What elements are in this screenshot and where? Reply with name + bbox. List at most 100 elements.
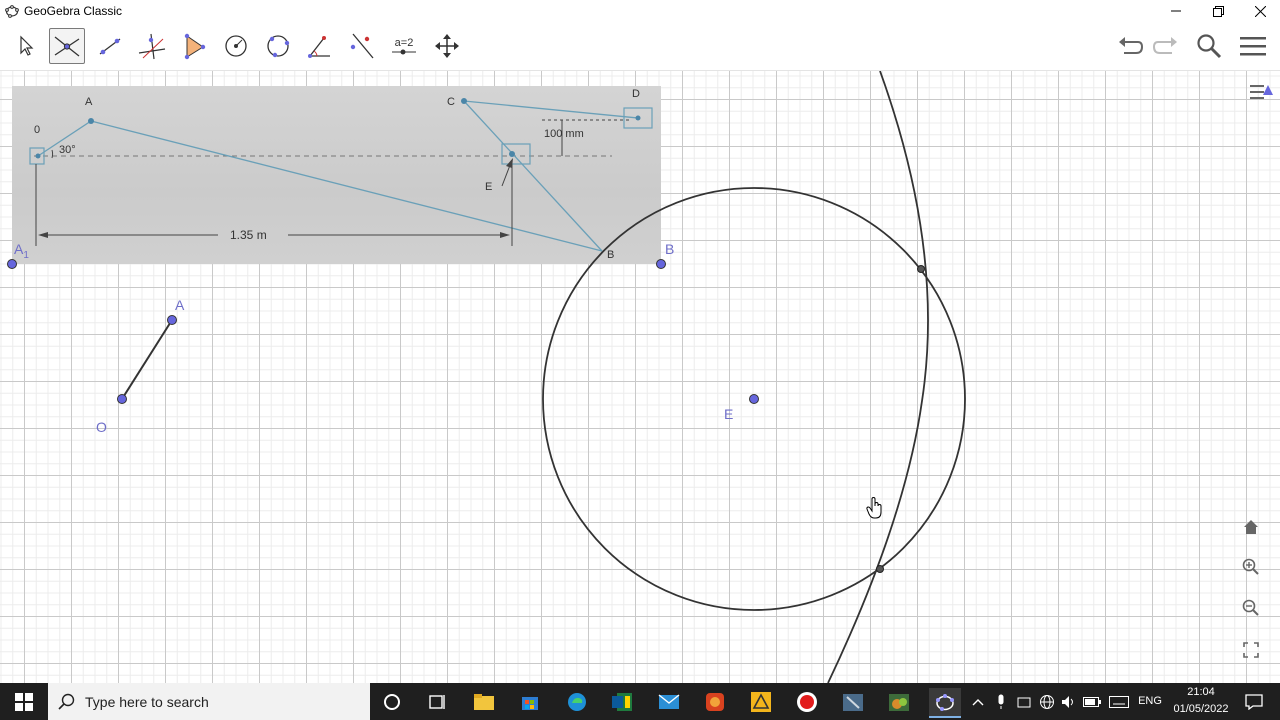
reflect-tool[interactable]	[344, 28, 380, 64]
slider-tool[interactable]: a=2	[386, 28, 422, 64]
intersection-point-lower[interactable]	[876, 565, 884, 573]
maximize-button[interactable]	[1196, 0, 1240, 22]
label-a1: A1	[14, 241, 29, 261]
volume-tray-button[interactable]	[1058, 688, 1080, 716]
search-button[interactable]	[1193, 30, 1225, 62]
mail-icon	[658, 694, 680, 709]
red-app-icon	[706, 693, 724, 711]
mail-button[interactable]	[655, 688, 683, 716]
slider-tool-label: a=2	[394, 37, 414, 49]
home-icon	[1244, 520, 1258, 534]
store-button[interactable]	[516, 688, 544, 716]
slider-icon	[392, 49, 416, 55]
segment-oa[interactable]	[121, 319, 173, 400]
store-icon	[522, 697, 538, 710]
task-view-icon	[429, 695, 445, 709]
app-button-yellow[interactable]	[747, 688, 775, 716]
label-e: E	[724, 406, 734, 422]
intersect-tool[interactable]	[49, 28, 85, 64]
fruit-app-icon	[889, 694, 909, 711]
search-placeholder: Type here to search	[85, 694, 209, 710]
redo-button[interactable]	[1150, 30, 1182, 62]
minimize-button[interactable]	[1154, 0, 1198, 22]
geogebra-taskbar-button[interactable]	[929, 688, 961, 718]
line-icon	[99, 38, 121, 55]
line-tool[interactable]	[92, 28, 128, 64]
circle-three-points-tool[interactable]	[260, 28, 296, 64]
keyboard-tray-button[interactable]	[1106, 688, 1132, 716]
polygon-icon	[184, 33, 206, 60]
geogebra-icon	[936, 694, 954, 711]
device-icon	[1017, 697, 1031, 708]
clock-time[interactable]: 21:04	[1170, 686, 1232, 698]
speaker-icon	[1062, 696, 1073, 708]
reflect-line-icon	[350, 33, 374, 59]
point-b[interactable]	[656, 259, 666, 269]
perpendicular-line-tool[interactable]	[134, 28, 170, 64]
perpendicular-icon	[138, 33, 166, 60]
microphone-icon	[998, 694, 1004, 709]
cortana-icon	[384, 694, 400, 710]
edge-browser-icon	[568, 693, 586, 711]
zoom-out-button[interactable]	[1236, 593, 1266, 623]
label-a: A	[175, 297, 185, 313]
network-tray-button[interactable]	[1036, 688, 1058, 716]
undo-button[interactable]	[1114, 30, 1146, 62]
edge-button[interactable]	[563, 688, 591, 716]
circle-center-icon	[225, 35, 247, 57]
language-indicator[interactable]: ENG	[1137, 695, 1163, 707]
record-button[interactable]	[793, 688, 821, 716]
circle-three-points-icon	[267, 35, 290, 58]
angle-tool[interactable]	[302, 28, 338, 64]
fullscreen-button[interactable]	[1236, 635, 1266, 665]
minimize-icon	[1171, 10, 1181, 12]
zoom-in-button[interactable]	[1236, 552, 1266, 582]
point-e[interactable]	[749, 394, 759, 404]
keyboard-icon	[1109, 696, 1129, 708]
tray-overflow-button[interactable]	[968, 688, 988, 716]
clock-date[interactable]: 01/05/2022	[1170, 703, 1232, 715]
close-icon	[1254, 5, 1266, 17]
circle-center-point-tool[interactable]	[218, 28, 254, 64]
zoom-out-icon	[1242, 599, 1259, 616]
hamburger-menu-icon	[1240, 37, 1266, 56]
close-button[interactable]	[1238, 0, 1280, 22]
battery-icon	[1083, 697, 1101, 707]
app-button-red[interactable]	[701, 688, 729, 716]
style-bar-toggle[interactable]	[1244, 77, 1278, 107]
point-a[interactable]	[167, 315, 177, 325]
graphics-view[interactable]: 0 A 30° C D 100 mm E 1.35 m B A1 B A O E	[0, 71, 1280, 683]
windows-logo-icon	[15, 693, 33, 711]
microphone-tray-button[interactable]	[990, 688, 1012, 716]
standard-view-button[interactable]	[1236, 512, 1266, 542]
spreadsheet-app-icon	[612, 693, 632, 711]
arrow-pointer-icon	[20, 35, 34, 56]
polygon-tool[interactable]	[176, 28, 212, 64]
label-b: B	[665, 241, 675, 257]
globe-network-icon	[1040, 695, 1054, 709]
publisher-button[interactable]	[608, 688, 636, 716]
restore-icon	[1212, 5, 1224, 17]
geogebra-icon	[5, 5, 19, 18]
task-view-button[interactable]	[423, 688, 451, 716]
taskbar-search-box[interactable]: Type here to search	[48, 683, 370, 720]
move-graphics-view-tool[interactable]	[429, 28, 465, 64]
app-button-tools[interactable]	[839, 688, 867, 716]
app-button-fruit[interactable]	[885, 688, 913, 716]
folder-icon	[474, 694, 494, 710]
yellow-triangle-app-icon	[751, 692, 771, 712]
record-icon	[797, 692, 817, 712]
hand-cursor-icon	[866, 497, 882, 519]
move-tool[interactable]	[8, 28, 44, 64]
battery-tray-button[interactable]	[1081, 688, 1103, 716]
title-bar: GeoGebra Classic	[0, 0, 1280, 22]
intersection-point-upper[interactable]	[917, 265, 925, 273]
start-button[interactable]	[10, 688, 38, 716]
file-explorer-button[interactable]	[470, 688, 498, 716]
main-menu-button[interactable]	[1237, 30, 1269, 62]
point-o[interactable]	[117, 394, 127, 404]
point-a1[interactable]	[7, 259, 17, 269]
device-tray-button[interactable]	[1013, 688, 1035, 716]
notifications-button[interactable]	[1240, 688, 1268, 716]
cortana-button[interactable]	[378, 688, 406, 716]
